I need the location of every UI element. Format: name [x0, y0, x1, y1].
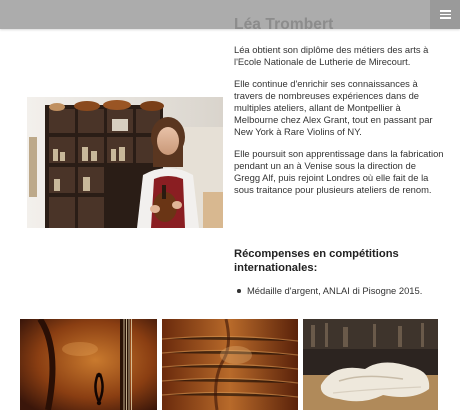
violin-back-photo[interactable] [162, 319, 298, 410]
award-item: Médaille d'argent, ANLAI di Pisogne 2015… [236, 285, 446, 297]
menu-button[interactable] [430, 0, 460, 29]
bio-paragraph: Elle poursuit son apprentissage dans la … [234, 147, 444, 195]
bio-paragraph: Elle continue d'enrichir ses connaissanc… [234, 77, 433, 138]
page-title: Léa Trombert [234, 16, 334, 33]
awards-heading: Récompenses en compétitions internationa… [234, 248, 399, 274]
biography-text: Léa obtient son diplôme des métiers des … [234, 44, 444, 206]
bio-paragraph: Léa obtient son diplôme des métiers des … [234, 44, 429, 68]
top-navigation-bar [0, 0, 460, 29]
awards-list: Médaille d'argent, ANLAI di Pisogne 2015… [236, 285, 446, 297]
hamburger-menu-icon [439, 10, 451, 19]
portrait-photo [27, 97, 223, 228]
violin-top-photo[interactable] [303, 319, 438, 410]
violin-body-photo[interactable] [20, 319, 157, 410]
